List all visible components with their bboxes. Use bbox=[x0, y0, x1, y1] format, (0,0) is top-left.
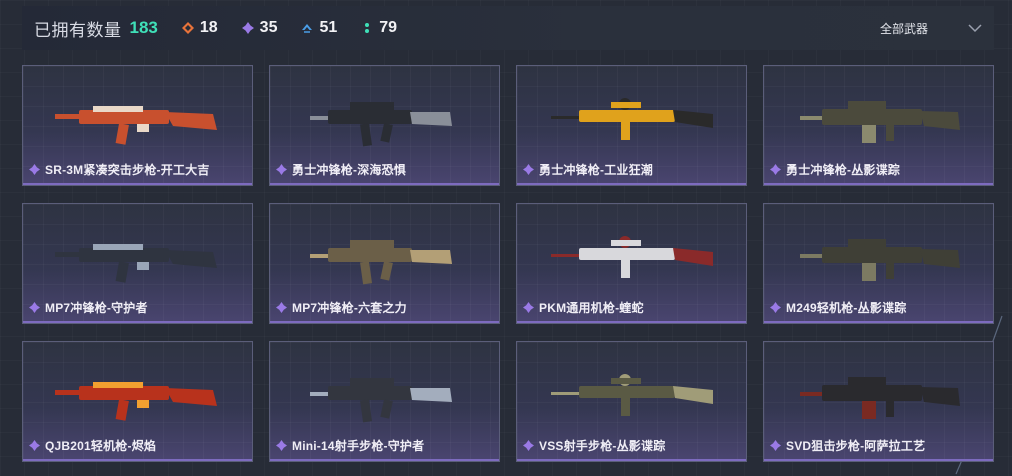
weapon-image bbox=[310, 102, 452, 147]
owned-label: 已拥有数量 bbox=[34, 20, 122, 40]
purple-diamond-icon bbox=[770, 164, 781, 175]
weapon-card[interactable]: MP7冲锋枪-六套之力 bbox=[269, 203, 500, 324]
purple-diamond-icon bbox=[523, 302, 534, 313]
card-footer: MP7冲锋枪-守护者 bbox=[29, 299, 148, 316]
weapon-image bbox=[310, 240, 452, 285]
card-footer: SR-3M紧凑突击步枪-开工大吉 bbox=[29, 161, 210, 178]
weapon-card[interactable]: 勇士冲锋枪-工业狂潮 bbox=[516, 65, 747, 186]
weapon-image bbox=[800, 377, 960, 419]
weapon-image bbox=[310, 378, 452, 423]
card-footer: PKM通用机枪-蝰蛇 bbox=[523, 299, 644, 316]
weapon-name: QJB201轻机枪-烬焰 bbox=[45, 439, 157, 453]
orange-diamond-icon bbox=[181, 22, 194, 34]
weapon-card[interactable]: 勇士冲锋枪-深海恐惧 bbox=[269, 65, 500, 186]
weapon-card[interactable]: SR-3M紧凑突击步枪-开工大吉 bbox=[22, 65, 253, 186]
card-footer: QJB201轻机枪-烬焰 bbox=[29, 437, 156, 454]
weapon-card[interactable]: 勇士冲锋枪-丛影谍踪 bbox=[763, 65, 994, 186]
rarity-count: 51 bbox=[319, 19, 338, 36]
weapon-name: SR-3M紧凑突击步枪-开工大吉 bbox=[45, 163, 210, 177]
purple-diamond-icon bbox=[29, 164, 40, 175]
chevron-down-icon bbox=[968, 24, 982, 33]
weapon-card[interactable]: Mini-14射手步枪-守护者 bbox=[269, 341, 500, 462]
card-footer: M249轻机枪-丛影谍踪 bbox=[770, 299, 906, 316]
purple-diamond-icon bbox=[276, 164, 287, 175]
weapon-name: 勇士冲锋枪-深海恐惧 bbox=[292, 163, 406, 177]
weapon-name: Mini-14射手步枪-守护者 bbox=[292, 439, 425, 453]
purple-diamond-icon bbox=[770, 302, 781, 313]
weapon-image bbox=[55, 106, 217, 145]
purple-diamond-icon bbox=[523, 440, 534, 451]
purple-diamond-icon bbox=[523, 164, 534, 175]
weapon-name: SVD狙击步枪-阿萨拉工艺 bbox=[786, 439, 926, 453]
weapon-filter-dropdown[interactable]: 全部武器 bbox=[880, 6, 982, 50]
purple-diamond-icon bbox=[276, 440, 287, 451]
weapon-name: M249轻机枪-丛影谍踪 bbox=[786, 301, 907, 315]
card-footer: MP7冲锋枪-六套之力 bbox=[276, 299, 407, 316]
card-footer: 勇士冲锋枪-工业狂潮 bbox=[523, 161, 653, 178]
weapon-card[interactable]: QJB201轻机枪-烬焰 bbox=[22, 341, 253, 462]
filter-label: 全部武器 bbox=[879, 21, 928, 36]
rarity-count: 35 bbox=[259, 19, 278, 36]
weapon-card[interactable]: SVD狙击步枪-阿萨拉工艺 bbox=[763, 341, 994, 462]
purple-diamond-icon bbox=[29, 440, 40, 451]
weapon-name: MP7冲锋枪-守护者 bbox=[45, 301, 148, 315]
rarity-count: 18 bbox=[199, 19, 218, 36]
weapon-name: PKM通用机枪-蝰蛇 bbox=[539, 301, 644, 315]
blue-chevron-icon bbox=[302, 24, 313, 33]
card-footer: Mini-14射手步枪-守护者 bbox=[276, 437, 424, 454]
green-dots-icon bbox=[365, 23, 370, 33]
purple-diamond-icon bbox=[276, 302, 287, 313]
weapon-card[interactable]: MP7冲锋枪-守护者 bbox=[22, 203, 253, 324]
weapon-image bbox=[55, 382, 217, 421]
owned-count: 183 bbox=[129, 18, 158, 37]
weapon-card[interactable]: PKM通用机枪-蝰蛇 bbox=[516, 203, 747, 324]
rarity-purple: 35 bbox=[241, 19, 278, 37]
rarity-green: 79 bbox=[361, 19, 397, 37]
weapon-name: 勇士冲锋枪-工业狂潮 bbox=[539, 163, 653, 177]
purple-diamond-icon bbox=[29, 302, 40, 313]
weapon-image bbox=[551, 98, 713, 140]
purple-diamond-icon bbox=[241, 22, 254, 34]
weapon-image bbox=[551, 374, 713, 416]
purple-diamond-icon bbox=[770, 440, 781, 451]
card-footer: 勇士冲锋枪-深海恐惧 bbox=[276, 161, 406, 178]
rarity-count: 79 bbox=[379, 19, 398, 36]
weapon-card[interactable]: M249轻机枪-丛影谍踪 bbox=[763, 203, 994, 324]
header-bar: 已拥有数量 183 18 35 51 79 全部武器 bbox=[22, 6, 994, 50]
rarity-blue: 51 bbox=[301, 19, 337, 37]
weapon-image bbox=[551, 236, 713, 278]
weapon-name: MP7冲锋枪-六套之力 bbox=[292, 301, 407, 315]
weapon-image bbox=[800, 239, 960, 281]
weapon-image bbox=[55, 244, 217, 283]
card-footer: 勇士冲锋枪-丛影谍踪 bbox=[770, 161, 900, 178]
weapon-name: VSS射手步枪-丛影谍踪 bbox=[539, 439, 666, 453]
weapon-image bbox=[800, 101, 960, 143]
card-footer: VSS射手步枪-丛影谍踪 bbox=[523, 437, 665, 454]
card-footer: SVD狙击步枪-阿萨拉工艺 bbox=[770, 437, 925, 454]
weapon-card[interactable]: VSS射手步枪-丛影谍踪 bbox=[516, 341, 747, 462]
weapon-grid: SR-3M紧凑突击步枪-开工大吉 勇士冲锋枪-深海恐惧 勇士冲锋枪-工业狂潮 勇… bbox=[22, 65, 994, 462]
rarity-orange: 18 bbox=[181, 19, 218, 37]
weapon-name: 勇士冲锋枪-丛影谍踪 bbox=[786, 163, 900, 177]
